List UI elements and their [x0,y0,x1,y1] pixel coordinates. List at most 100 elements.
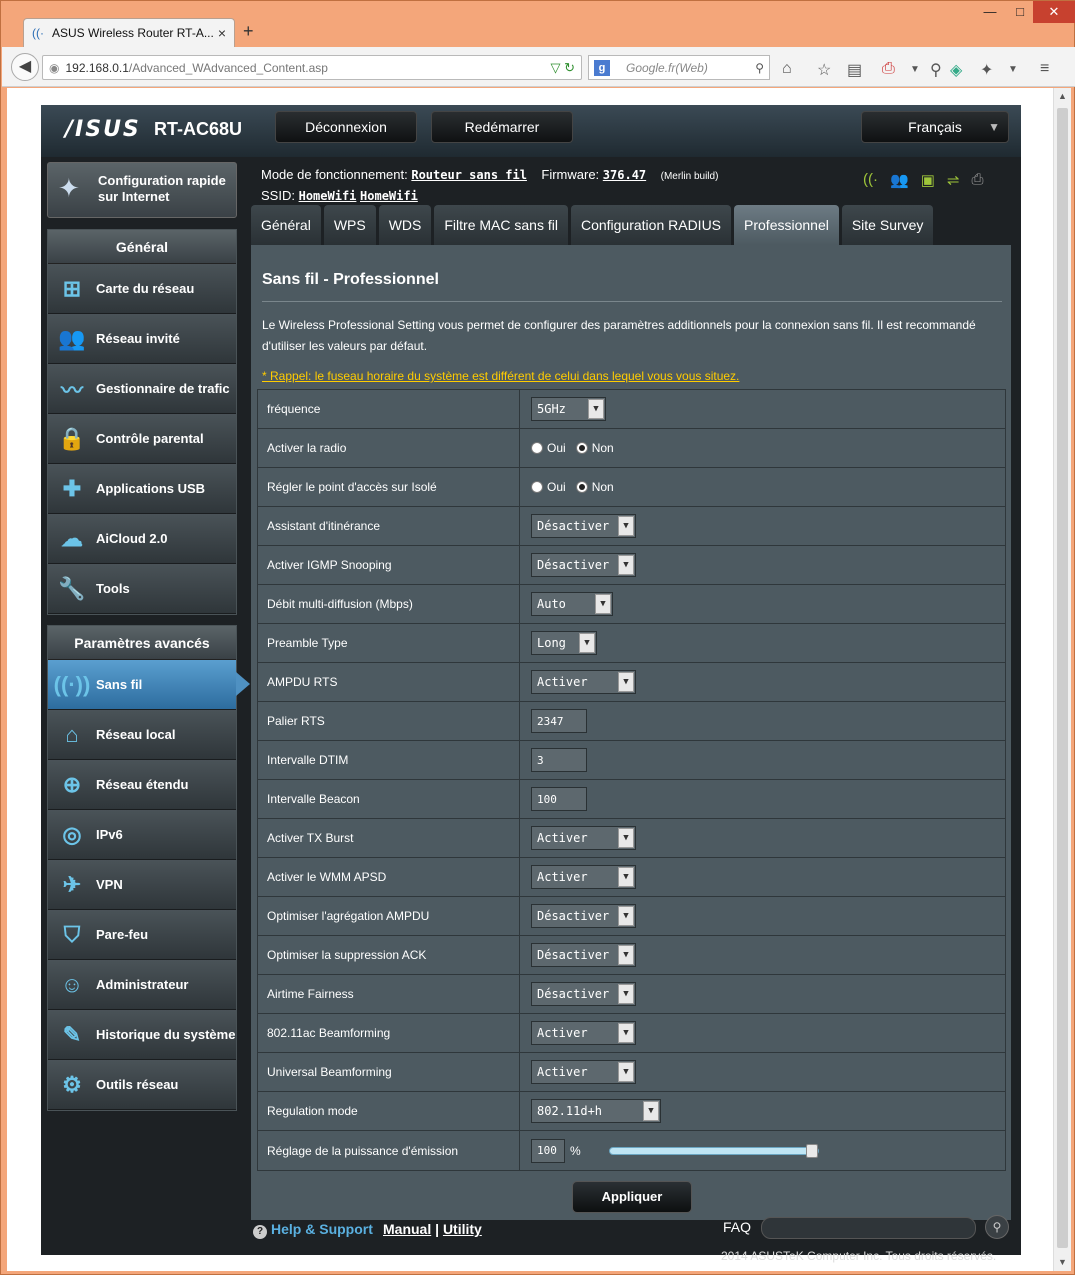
addon-icon[interactable]: ◈ [950,60,962,80]
setting-label: Optimiser l'agrégation AMPDU [258,897,520,935]
lan-status-icon[interactable]: ▣ [921,171,935,189]
sidebar-item-wifi[interactable]: ((·)) Sans fil [48,660,250,710]
extension-icon[interactable]: ✦ [980,60,993,80]
airtime-select[interactable]: Désactiver ▼ [531,982,636,1006]
search-bar[interactable]: g Google.fr(Web) ⚲ [588,55,770,80]
radio-button[interactable] [531,442,543,454]
menu-icon[interactable]: ≡ [1040,60,1049,78]
usb-icon[interactable]: ⇌ [947,171,960,189]
sidebar-item-vpn[interactable]: ✈ VPN [48,860,236,910]
language-select[interactable]: Français ▼ [861,111,1009,143]
help-support-link[interactable]: ? Help & Support [253,1221,373,1239]
bf-ac-select[interactable]: Activer ▼ [531,1021,636,1045]
multicast-select[interactable]: Auto ▼ [531,592,613,616]
timezone-warning-link[interactable]: * Rappel: le fuseau horaire du système e… [262,369,739,383]
close-window-button[interactable]: ✕ [1033,1,1075,23]
back-button[interactable]: ◀ [11,53,39,81]
bookmark-star-icon[interactable]: ☆ [817,60,831,80]
reboot-button[interactable]: Redémarrer [431,111,573,143]
search-icon[interactable]: ⚲ [985,1215,1009,1239]
sidebar-item-puzzle[interactable]: ✚ Applications USB [48,464,236,514]
sidebar-item-tools[interactable]: ⚙ Outils réseau [48,1060,236,1110]
home-icon[interactable]: ⌂ [782,60,792,78]
sidebar-item-user[interactable]: ☺ Administrateur [48,960,236,1010]
tab-5[interactable]: Professionnel [734,205,839,245]
new-tab-button[interactable]: + [243,21,254,42]
sidebar-item-lock[interactable]: 🔒 Contrôle parental [48,414,236,464]
utility-link[interactable]: Utility [443,1221,482,1237]
ack-select[interactable]: Désactiver ▼ [531,943,636,967]
slider-handle[interactable] [805,1143,818,1158]
ampdu-rts-select[interactable]: Activer ▼ [531,670,636,694]
pdf-icon[interactable]: ⎙ [882,60,895,78]
radio-off-option[interactable]: Non [575,441,614,455]
vertical-scrollbar[interactable]: ▲ ▼ [1053,88,1071,1271]
mode-link[interactable]: Routeur sans fil [411,168,527,182]
sidebar-item-network-map[interactable]: ⊞ Carte du réseau [48,264,236,314]
close-tab-icon[interactable]: × [218,25,226,41]
printer-icon[interactable]: ⎙ [971,171,983,189]
zoom-icon[interactable]: ⚲ [930,60,942,80]
sidebar-item-globe[interactable]: ⊕ Réseau étendu [48,760,236,810]
firmware-link[interactable]: 376.47 [603,168,646,182]
power-input[interactable]: 100 [531,1138,565,1163]
setting-label: Régler le point d'accès sur Isolé [258,468,520,506]
roaming-select[interactable]: Désactiver ▼ [531,514,636,538]
radio-button[interactable] [575,481,588,493]
power-slider[interactable] [608,1143,819,1158]
extension-dropdown-icon[interactable]: ▼ [1008,64,1018,75]
browser-tab[interactable]: ((· ASUS Wireless Router RT-A... × [23,18,235,47]
bf-univ-select[interactable]: Activer ▼ [531,1060,636,1084]
advanced-menu: Paramètres avancés ((·)) Sans fil ⌂ Réseau … [47,625,250,1111]
tab-4[interactable]: Configuration RADIUS [570,205,732,245]
rts-input[interactable]: 2347 [531,709,587,733]
igmp-select[interactable]: Désactiver ▼ [531,553,636,577]
beacon-input[interactable]: 100 [531,787,587,811]
scroll-up-icon[interactable]: ▲ [1054,88,1071,105]
preamble-select[interactable]: Long ▼ [531,631,597,655]
tab-6[interactable]: Site Survey [841,205,934,245]
tab-0[interactable]: Général [251,205,321,245]
sidebar-item-cloud[interactable]: ☁ AiCloud 2.0 [48,514,236,564]
clients-icon[interactable]: 👥 [890,171,909,189]
sidebar-item-ipv6[interactable]: ◎ IPv6 [48,810,236,860]
ssid-link-1[interactable]: HomeWifi [299,189,357,203]
ssid-link-2[interactable]: HomeWifi [360,189,418,203]
reload-icon[interactable]: ▽ ↻ [550,60,575,76]
tab-1[interactable]: WPS [323,205,376,245]
scroll-down-icon[interactable]: ▼ [1054,1254,1071,1271]
radio-button[interactable] [531,481,543,493]
sidebar-item-log[interactable]: ✎ Historique du système [48,1010,236,1060]
tab-2[interactable]: WDS [378,205,432,245]
isolated-yes-option[interactable]: Oui [531,480,566,494]
apply-button[interactable]: Appliquer [572,1181,692,1213]
minimize-button[interactable]: — [975,1,1005,23]
ampdu-opt-select[interactable]: Désactiver ▼ [531,904,636,928]
sidebar-item-guest-network[interactable]: 👥 Réseau invité [48,314,236,364]
search-icon[interactable]: ⚲ [755,61,764,75]
isolated-no-option[interactable]: Non [575,480,614,494]
tab-3[interactable]: Filtre MAC sans fil [434,205,568,245]
radio-on-option[interactable]: Oui [531,441,566,455]
regulation-select[interactable]: 802.11d+h ▼ [531,1099,661,1123]
sidebar-item-traffic[interactable]: 〰 Gestionnaire de trafic [48,364,236,414]
dropdown-icon[interactable]: ▼ [910,64,920,75]
sidebar-item-home[interactable]: ⌂ Réseau local [48,710,236,760]
sidebar-item-shield[interactable]: ⛉ Pare-feu [48,910,236,960]
radio-button[interactable] [575,442,588,454]
dtim-input[interactable]: 3 [531,748,587,772]
wifi-status-icon[interactable]: ((· [863,171,878,189]
frequency-select[interactable]: 5GHz ▼ [531,397,606,421]
maximize-button[interactable]: □ [1005,1,1035,23]
quick-setup-button[interactable]: ✦ Configuration rapide sur Internet [47,162,237,218]
address-bar[interactable]: ◉ 192.168.0.1/Advanced_WAdvanced_Content… [42,55,582,80]
txburst-select[interactable]: Activer ▼ [531,826,636,850]
faq-search-input[interactable] [761,1217,976,1239]
wmm-select[interactable]: Activer ▼ [531,865,636,889]
logout-button[interactable]: Déconnexion [275,111,417,143]
setting-label: Activer le WMM APSD [258,858,520,896]
bookmarks-list-icon[interactable]: ▤ [847,60,862,80]
scroll-thumb[interactable] [1057,108,1068,1248]
sidebar-item-wrench[interactable]: 🔧 Tools [48,564,236,614]
manual-link[interactable]: Manual [383,1221,431,1237]
